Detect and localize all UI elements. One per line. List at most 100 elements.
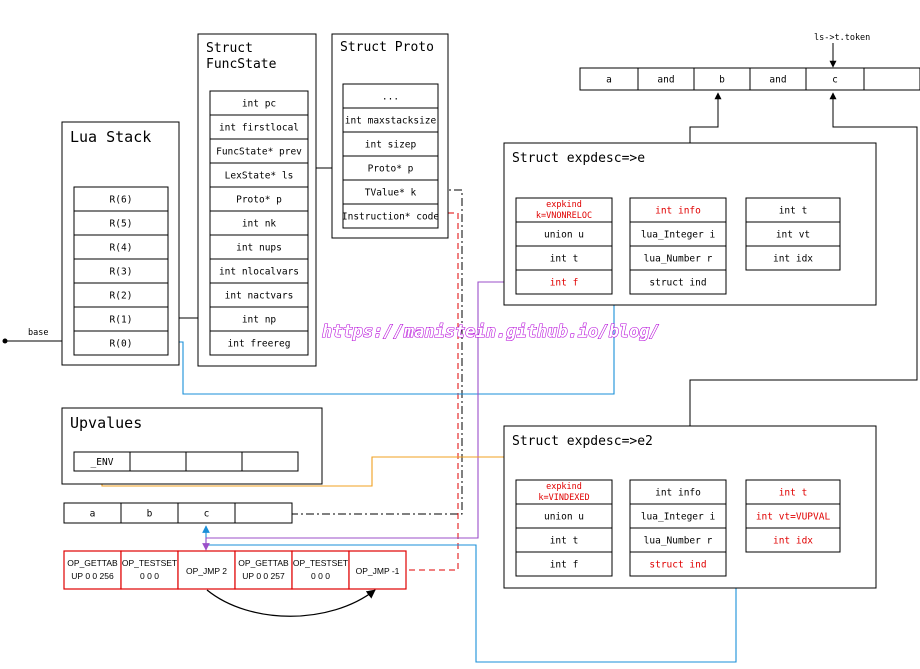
lua-stack-title: Lua Stack	[70, 128, 151, 146]
token-bar: a and b and c	[579, 67, 920, 91]
funcstate-fields: int pc int firstlocal FuncState* prev LexSt…	[209, 90, 309, 356]
funcstate-title-1: Struct	[206, 41, 253, 56]
cell-label: int f	[550, 560, 579, 571]
cell-label: Proto* p	[368, 164, 414, 175]
code-op: OP_GETTAB	[67, 558, 118, 568]
token-cell-label: c	[832, 75, 838, 86]
cell-label: int info	[655, 488, 701, 499]
code-cell	[291, 550, 350, 590]
upvalue-cell	[185, 451, 243, 472]
upvalue-cells: _ENV	[73, 451, 299, 472]
cell-label: int vt=VUPVAL	[756, 512, 831, 523]
cell-label: R(2)	[110, 291, 133, 302]
cell-label: int f	[550, 278, 579, 289]
cell-label: int freereg	[228, 339, 291, 350]
expdesc-e2-ind: int t int vt=VUPVAL int idx	[745, 479, 841, 553]
proto-title: Struct Proto	[340, 40, 434, 55]
cell-label: lua_Integer i	[641, 512, 716, 523]
code-op: OP_GETTAB	[238, 558, 289, 568]
constant-cell	[234, 502, 293, 524]
expdesc-e2-fields: expkind k=VINDEXED union u int t int f	[515, 479, 613, 577]
lua-stack-slots: R(6) R(5) R(4) R(3) R(2) R(1) R(0)	[73, 186, 169, 356]
cell-label: int maxstacksize	[345, 116, 437, 127]
constant-cell-label: a	[90, 509, 96, 520]
cell-label: int vt	[776, 230, 810, 241]
cell-label: int idx	[773, 254, 813, 265]
expdesc-e-union: int info lua_Integer i lua_Number r struct …	[629, 197, 727, 295]
expdesc-e-title: Struct expdesc=>e	[512, 151, 645, 166]
expdesc-e2-title: Struct expdesc=>e2	[512, 434, 653, 449]
code-cells: OP_GETTAB UP 0 0 256 OP_TESTSET 0 0 0 OP_JMP…	[63, 550, 407, 590]
upvalue-cell-label: _ENV	[91, 457, 114, 468]
instruction-code-line	[405, 212, 459, 571]
constant-cell-label: b	[147, 509, 153, 520]
code-op: OP_TESTSET	[293, 558, 348, 568]
token-cell-label: b	[719, 75, 725, 86]
cell-label: int info	[655, 206, 701, 217]
cell-label: union u	[544, 512, 584, 523]
watermark: https://manistein.github.io/blog/	[322, 322, 660, 342]
cell-label: struct ind	[649, 278, 706, 289]
expdesc-e-ind: int t int vt int idx	[745, 197, 841, 271]
base-label: base	[28, 328, 48, 338]
cell-label: LexState* ls	[225, 171, 294, 182]
cell-label: int nlocalvars	[219, 267, 299, 278]
cell-label: int sizep	[365, 140, 417, 151]
cell-label: R(3)	[110, 267, 133, 278]
token-cell-label: a	[606, 75, 612, 86]
cell-label: expkind k=VINDEXED	[538, 482, 589, 503]
cell-label: lua_Integer i	[641, 230, 716, 241]
cell-label: TValue* k	[365, 188, 417, 199]
expdesc-e-to-token-b-arrow	[689, 92, 722, 143]
code-op: OP_JMP -1	[356, 566, 400, 576]
cell-label: int idx	[773, 536, 813, 547]
cell-label: FuncState* prev	[216, 147, 302, 158]
proto-fields: ... int maxstacksize int sizep Proto* p TVal…	[342, 83, 440, 229]
jump-arrow	[206, 589, 376, 617]
cell-label: int t	[779, 206, 808, 217]
constant-cell-label: c	[204, 509, 210, 520]
diagram-svg: ls->t.token a and b and c Lua Stack R(6) R(5)…	[2, 33, 920, 663]
cell-label: int t	[779, 488, 808, 499]
cell-label: Instruction* code	[342, 212, 440, 223]
expdesc-e2-union: int info lua_Integer i lua_Number r struct …	[629, 479, 727, 577]
cell-label: union u	[544, 230, 584, 241]
cell-label: int np	[242, 315, 277, 326]
expdesc-e-fields: expkind k=VNONRELOCunion uint tint f	[515, 197, 613, 295]
token-cell-label: and	[657, 75, 674, 86]
cell-label: int t	[550, 254, 579, 265]
cell-label: R(5)	[110, 219, 133, 230]
cell-label: R(4)	[110, 243, 133, 254]
code-op: OP_TESTSET	[122, 558, 177, 568]
cell-label: int t	[550, 536, 579, 547]
constant-cells: a b c	[63, 502, 293, 524]
token-cell-label: and	[769, 75, 786, 86]
token-cell	[863, 67, 920, 91]
cell-label: lua_Number r	[644, 254, 713, 265]
code-args: UP 0 0 257	[242, 571, 285, 581]
upvalue-cell	[241, 451, 299, 472]
upvalue-cell	[129, 451, 187, 472]
code-cell	[234, 550, 293, 590]
code-args: UP 0 0 256	[71, 571, 114, 581]
code-cell	[63, 550, 122, 590]
cell-label: int nactvars	[225, 291, 294, 302]
cell-label: lua_Number r	[644, 536, 713, 547]
cell-label: Proto* p	[236, 195, 282, 206]
cell-label: int nups	[236, 243, 282, 254]
cell-label: ...	[382, 92, 399, 103]
upvalues-title: Upvalues	[70, 414, 142, 432]
cell-label: R(0)	[110, 339, 133, 350]
code-args: 0 0 0	[311, 571, 330, 581]
code-args: 0 0 0	[140, 571, 159, 581]
cell-label: R(1)	[110, 315, 133, 326]
cell-label: int pc	[242, 99, 276, 110]
code-op: OP_JMP 2	[186, 566, 227, 576]
cell-label: struct ind	[649, 560, 706, 571]
funcstate-title-2: FuncState	[206, 57, 277, 72]
diagram-canvas: ls->t.token a and b and c Lua Stack R(6) R(5)…	[0, 0, 920, 665]
code-cell	[120, 550, 179, 590]
cell-label: int nk	[242, 219, 277, 230]
token-label: ls->t.token	[814, 33, 870, 43]
cell-label: int firstlocal	[219, 123, 299, 134]
